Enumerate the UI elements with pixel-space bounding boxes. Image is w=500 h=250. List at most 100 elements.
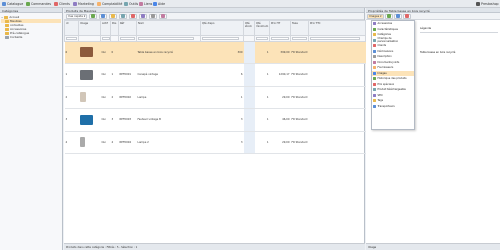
catalogue-icon <box>2 2 6 6</box>
filter-input[interactable] <box>270 36 289 40</box>
col-name[interactable]: Nom <box>136 20 201 36</box>
menu-item-transporteurs[interactable]: Transporteurs <box>372 104 414 110</box>
menu-liens[interactable]: Liens <box>139 2 152 7</box>
filter-input[interactable] <box>119 36 135 40</box>
export-button[interactable] <box>139 13 148 19</box>
filter-button[interactable] <box>109 13 118 19</box>
features-icon <box>373 27 376 31</box>
description-icon <box>373 55 376 59</box>
product-thumbnail <box>78 108 101 132</box>
product-thumbnail <box>78 63 101 87</box>
properties-toolbar: Images ▾ <box>366 13 500 20</box>
print-button[interactable] <box>149 13 158 19</box>
trash-icon <box>5 35 9 39</box>
copy-button[interactable] <box>119 13 128 19</box>
table-row[interactable]: 1 Oui 1 REF0001 Canapé vintage 6 1 1290,… <box>64 63 366 87</box>
accessories-icon <box>373 22 376 26</box>
combinations-icon <box>373 49 376 53</box>
col-price-ht[interactable]: Prix HT <box>269 20 291 36</box>
col-price-ttc[interactable]: Prix TTC <box>308 20 366 36</box>
col-image[interactable]: Image <box>78 20 101 36</box>
filter-select[interactable] <box>101 36 110 40</box>
table-row[interactable]: 3 Oui 3 REF0003 Fauteuil vintage B 3 1 4… <box>64 108 366 132</box>
folder-icon <box>5 23 9 27</box>
filter-input[interactable] <box>309 36 360 40</box>
image-delete-button[interactable] <box>402 13 411 19</box>
menu-outils[interactable]: Outils <box>124 2 138 7</box>
image-add-button[interactable] <box>384 13 393 19</box>
clients-icon <box>54 2 58 6</box>
col-active[interactable]: Actif <box>100 20 111 36</box>
table-header: id Image Actif Pos Réf Nom Qté dispo Qté… <box>64 20 366 36</box>
table-row[interactable]: 6 Oui 0 Table basse en bois recyclé 300 … <box>64 41 366 64</box>
delete-icon <box>131 14 136 18</box>
download-icon <box>373 88 376 92</box>
help-icon <box>153 2 157 6</box>
folder-icon <box>5 31 9 35</box>
products-toolbar: Vue rapide ▾ <box>64 13 364 20</box>
menu-marketing[interactable]: Marketing <box>73 2 94 7</box>
filter-input[interactable] <box>201 36 240 40</box>
attachment-icon <box>373 60 376 64</box>
add-icon <box>101 14 106 18</box>
add-button[interactable] <box>99 13 108 19</box>
view-selector[interactable]: Vue rapide ▾ <box>66 13 88 19</box>
menu-catalogue[interactable]: Catalogue <box>2 2 23 7</box>
filter-icon <box>111 14 116 18</box>
table-row[interactable]: 2 Oui 2 REF0002 Lampe 1 1 29,00 FR Stand… <box>64 86 366 109</box>
settings-icon <box>161 14 166 18</box>
refresh-icon <box>91 14 96 18</box>
filter-input[interactable] <box>65 36 78 40</box>
properties-view-selector[interactable]: Images ▾ <box>367 13 384 19</box>
menu-comptabilite[interactable]: Comptabilité <box>97 2 122 7</box>
collapse-icon[interactable]: − <box>1 15 3 19</box>
menu-aide[interactable]: Aide <box>153 2 165 7</box>
legend-header: Légende <box>420 27 498 33</box>
properties-status-bar: Image <box>366 243 500 250</box>
menu-clients[interactable]: Clients <box>54 2 70 7</box>
filter-input[interactable] <box>137 36 195 40</box>
category-panel: Catégories − Accueil Meubles corbeilles A… <box>0 8 63 250</box>
col-tax[interactable]: Taxe <box>290 20 309 36</box>
col-pos[interactable]: Pos <box>110 20 119 36</box>
delete-button[interactable] <box>129 13 138 19</box>
menu-item-champs[interactable]: Champs de personnalisation <box>372 37 414 43</box>
seo-icon <box>373 93 376 97</box>
products-status-bar: Produits dans cette catégorie : Filtrés … <box>64 243 365 250</box>
menu-commandes[interactable]: Commandes <box>26 2 51 7</box>
links-icon <box>139 2 143 6</box>
orders-icon <box>26 2 30 6</box>
product-thumbnail <box>78 86 101 109</box>
folder-icon <box>5 19 9 23</box>
history-icon <box>373 77 376 81</box>
tree-node-corbeille[interactable]: Corbeille <box>1 35 61 39</box>
legend-value[interactable]: Table basse en bois recyclé <box>420 51 498 56</box>
filter-select[interactable] <box>291 36 307 40</box>
customization-icon <box>373 38 376 42</box>
product-thumbnail <box>78 131 101 154</box>
col-qty[interactable]: Qté dispo <box>200 20 244 36</box>
folder-icon <box>373 33 376 37</box>
prestashop-link[interactable]: Prestashop <box>476 2 499 7</box>
marketing-icon <box>73 2 77 6</box>
price-icon <box>373 82 376 86</box>
filter-input[interactable] <box>255 36 269 40</box>
tools-icon <box>124 2 128 6</box>
product-thumbnail <box>78 41 101 64</box>
copy-icon <box>121 14 126 18</box>
category-tree: − Accueil Meubles corbeilles Accessoires … <box>0 13 62 41</box>
col-ref[interactable]: Réf <box>118 20 137 36</box>
table-row[interactable]: 4 Oui 4 REF0004 Lampe 2 3 1 29,00 FR Sta… <box>64 131 366 154</box>
supplier-icon <box>373 66 376 70</box>
refresh-button[interactable] <box>89 13 98 19</box>
export-icon <box>141 14 146 18</box>
delete-icon <box>404 14 409 18</box>
image-icon <box>373 71 376 75</box>
tag-icon <box>373 99 376 103</box>
settings-button[interactable] <box>159 13 168 19</box>
col-stock[interactable]: Qté stock <box>243 20 255 36</box>
col-min[interactable]: Qté minimum <box>254 20 270 36</box>
image-upload-button[interactable] <box>393 13 402 19</box>
properties-dropdown-menu: Accessoires Caractéristiques Catégories … <box>371 20 415 130</box>
col-id[interactable]: id <box>64 20 79 36</box>
